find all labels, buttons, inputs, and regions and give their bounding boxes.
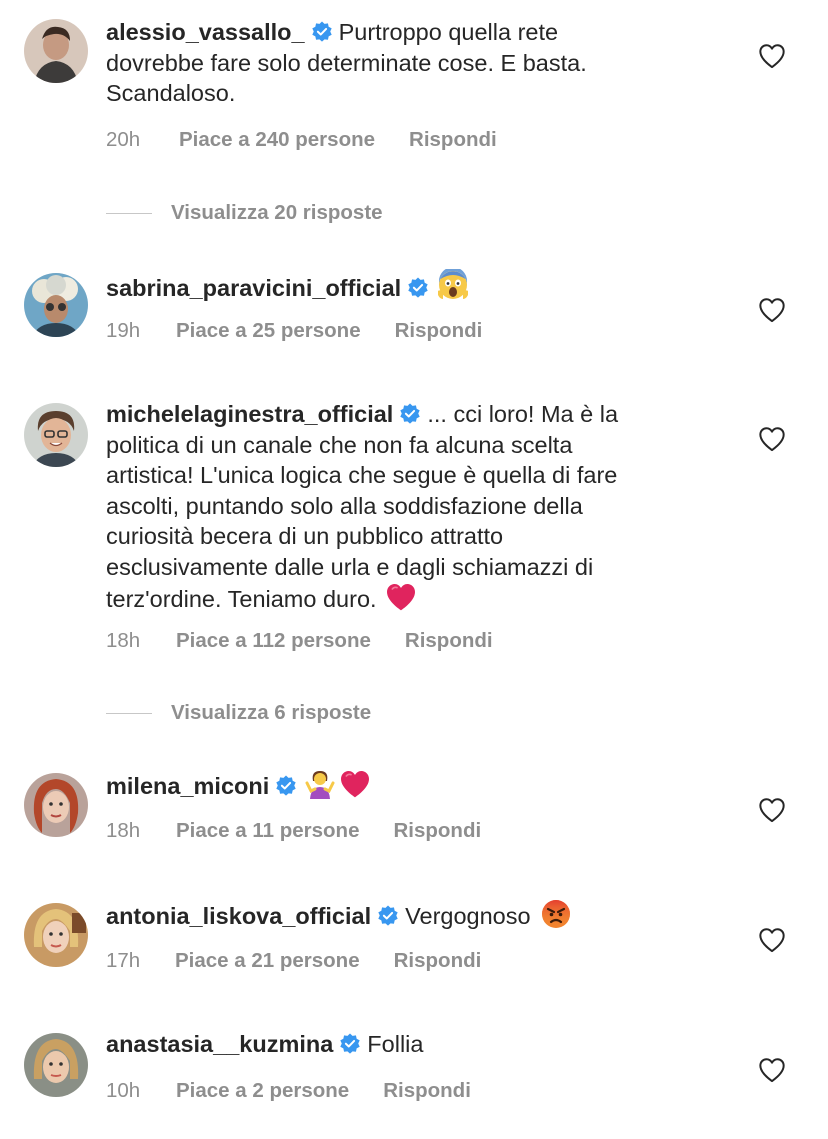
likes-count[interactable]: Piace a 112 persone xyxy=(176,629,371,653)
comment-body: milena_miconi xyxy=(106,769,706,802)
like-heart-icon[interactable] xyxy=(758,297,786,323)
comment-line: ... cci loro! Ma è la xyxy=(427,401,619,427)
username[interactable]: michelelaginestra_official xyxy=(106,401,393,427)
comment-line: artistica! L'unica logica che segue è qu… xyxy=(106,462,618,488)
likes-count[interactable]: Piace a 11 persone xyxy=(176,819,359,843)
divider xyxy=(106,212,152,214)
reply-button[interactable]: Rispondi xyxy=(383,1079,471,1103)
comment-meta: 18h Piace a 112 persone Rispondi xyxy=(106,629,493,653)
view-replies-button[interactable]: Visualizza 6 risposte xyxy=(106,701,371,725)
timestamp: 17h xyxy=(106,949,141,972)
verified-badge-icon xyxy=(311,21,333,43)
username[interactable]: milena_miconi xyxy=(106,773,269,799)
comment-meta: 19h Piace a 25 persone Rispondi xyxy=(106,319,482,343)
comment-line: Scandaloso. xyxy=(106,80,236,106)
timestamp: 18h xyxy=(106,819,141,842)
like-heart-icon[interactable] xyxy=(758,797,786,823)
comment-meta: 17h Piace a 21 persone Rispondi xyxy=(106,949,481,973)
angry-face-emoji-icon xyxy=(541,899,571,929)
comment-text: antonia_liskova_official Vergognoso xyxy=(106,899,706,932)
likes-count[interactable]: Piace a 21 persone xyxy=(175,949,360,973)
view-replies-button[interactable]: Visualizza 20 risposte xyxy=(106,201,383,225)
red-heart-emoji-icon xyxy=(385,582,417,612)
reply-button[interactable]: Rispondi xyxy=(409,128,497,152)
timestamp: 10h xyxy=(106,1079,141,1102)
reply-button[interactable]: Rispondi xyxy=(393,819,481,843)
verified-badge-icon xyxy=(407,277,429,299)
like-heart-icon[interactable] xyxy=(758,927,786,953)
comment-line: Purtroppo quella rete xyxy=(338,19,559,45)
reply-button[interactable]: Rispondi xyxy=(394,949,482,973)
comment-text: alessio_vassallo_ Purtroppo quella rete d… xyxy=(106,17,706,109)
comment-meta: 10h Piace a 2 persone Rispondi xyxy=(106,1079,471,1103)
timestamp: 18h xyxy=(106,629,141,652)
comment-body: sabrina_paravicini_official xyxy=(106,269,706,304)
verified-badge-icon xyxy=(275,775,297,797)
comment-body: anastasia__kuzmina Follia xyxy=(106,1029,706,1060)
comment-line: dovrebbe fare solo determinate cose. E b… xyxy=(106,49,587,76)
verified-badge-icon xyxy=(377,905,399,927)
comment-text-content: Follia xyxy=(367,1031,424,1057)
likes-count[interactable]: Piace a 240 persone xyxy=(179,128,375,152)
like-heart-icon[interactable] xyxy=(758,1057,786,1083)
reply-button[interactable]: Rispondi xyxy=(395,319,483,343)
shrug-woman-emoji-icon xyxy=(305,769,335,799)
divider xyxy=(106,712,152,714)
red-heart-emoji-icon xyxy=(339,769,371,799)
comment-line: terz'ordine. Teniamo duro. xyxy=(106,586,377,612)
view-replies-label: Visualizza 20 risposte xyxy=(171,201,383,224)
comment-body: antonia_liskova_official Vergognoso xyxy=(106,899,706,932)
comment-line: esclusivamente dalle urla e dagli schiam… xyxy=(106,553,594,580)
comment-text: sabrina_paravicini_official xyxy=(106,269,706,304)
comment-text: milena_miconi xyxy=(106,769,706,802)
likes-count[interactable]: Piace a 25 persone xyxy=(176,319,361,343)
verified-badge-icon xyxy=(339,1033,361,1055)
avatar[interactable] xyxy=(24,19,88,83)
avatar[interactable] xyxy=(24,773,88,837)
comment-text-content: Vergognoso xyxy=(405,903,531,929)
comment-meta: 20h Piace a 240 persone Rispondi xyxy=(106,128,497,152)
fear-scream-emoji-icon xyxy=(437,269,469,301)
comment-body: alessio_vassallo_ Purtroppo quella rete d… xyxy=(106,17,706,109)
avatar[interactable] xyxy=(24,1033,88,1097)
like-heart-icon[interactable] xyxy=(758,426,786,452)
likes-count[interactable]: Piace a 2 persone xyxy=(176,1079,349,1103)
timestamp: 19h xyxy=(106,319,141,342)
comment-meta: 18h Piace a 11 persone Rispondi xyxy=(106,819,481,843)
like-heart-icon[interactable] xyxy=(758,43,786,69)
avatar[interactable] xyxy=(24,903,88,967)
comment-text: michelelaginestra_official ... cci loro! … xyxy=(106,399,706,615)
comment-line: politica di un canale che non fa alcuna … xyxy=(106,431,573,458)
reply-button[interactable]: Rispondi xyxy=(405,629,493,653)
timestamp: 20h xyxy=(106,128,141,151)
avatar[interactable] xyxy=(24,273,88,337)
username[interactable]: sabrina_paravicini_official xyxy=(106,275,401,301)
username[interactable]: anastasia__kuzmina xyxy=(106,1031,333,1057)
view-replies-label: Visualizza 6 risposte xyxy=(171,701,372,724)
verified-badge-icon xyxy=(399,403,421,425)
comment-body: michelelaginestra_official ... cci loro! … xyxy=(106,399,706,615)
comment-text: anastasia__kuzmina Follia xyxy=(106,1029,706,1060)
comment-line: ascolti, puntando solo alla soddisfazion… xyxy=(106,492,583,519)
username[interactable]: antonia_liskova_official xyxy=(106,903,371,929)
username[interactable]: alessio_vassallo_ xyxy=(106,19,305,45)
avatar[interactable] xyxy=(24,403,88,467)
comment-line: curiosità becera di un pubblico attratto xyxy=(106,523,504,549)
